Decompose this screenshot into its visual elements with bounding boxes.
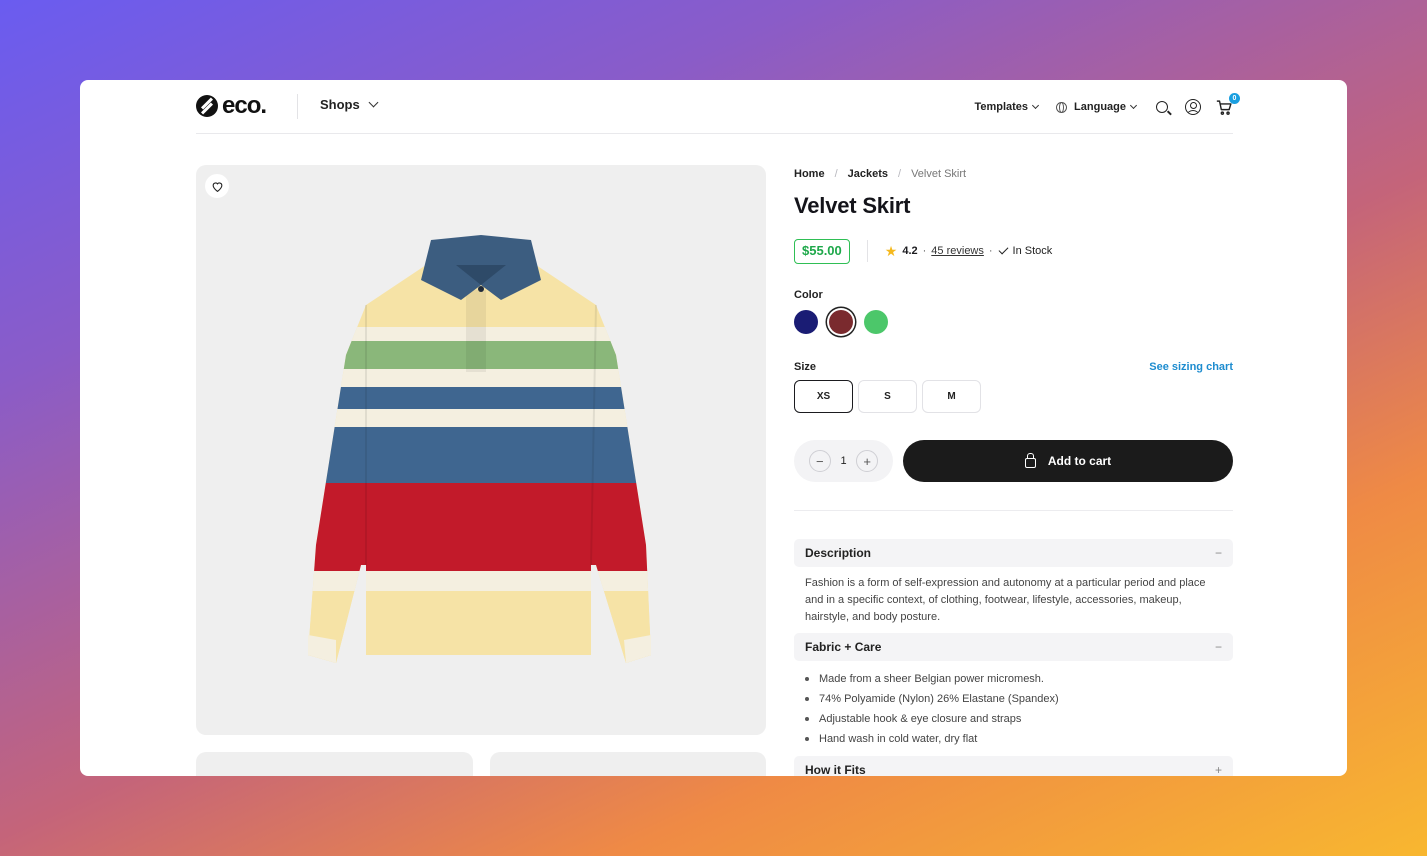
- product-thumbnail[interactable]: [196, 752, 473, 776]
- chevron-down-icon: [1032, 101, 1040, 110]
- heart-icon: [212, 181, 222, 192]
- chevron-down-icon: [1129, 101, 1138, 110]
- page-container: eco. Shops Templates Language 0 Home / J…: [196, 80, 1240, 776]
- increase-quantity-button[interactable]: +: [856, 450, 879, 472]
- user-icon: [1185, 99, 1201, 115]
- fabric-care-list: Made from a sheer Belgian power micromes…: [794, 661, 1233, 749]
- expand-icon: +: [1214, 763, 1222, 776]
- logo-text: eco.: [222, 92, 267, 119]
- reviews-link[interactable]: 45 reviews: [931, 245, 984, 257]
- bag-icon: [1024, 452, 1036, 468]
- chevron-down-icon: [368, 97, 379, 108]
- list-item: Made from a sheer Belgian power micromes…: [805, 669, 1233, 689]
- favorite-button[interactable]: [205, 174, 229, 198]
- star-icon: ★: [884, 242, 898, 259]
- size-option-xs[interactable]: XS: [794, 380, 853, 413]
- cart-button[interactable]: 0: [1215, 93, 1240, 116]
- collapse-icon: −: [1214, 546, 1222, 560]
- site-header: eco. Shops Templates Language 0: [196, 80, 1240, 134]
- language-label: Language: [1074, 101, 1126, 113]
- search-icon: [1156, 101, 1168, 113]
- section-divider: [794, 510, 1233, 511]
- list-item: 74% Polyamide (Nylon) 26% Elastane (Span…: [805, 689, 1233, 709]
- stock-status: In Stock: [1012, 245, 1053, 257]
- decrease-quantity-button[interactable]: −: [808, 450, 831, 472]
- product-details: Home / Jackets / Velvet Skirt Velvet Ski…: [794, 165, 1233, 776]
- separator-dot: ·: [988, 245, 993, 257]
- list-item: Hand wash in cold water, dry flat: [805, 729, 1233, 749]
- size-label: Size: [794, 361, 817, 373]
- header-divider: [297, 94, 298, 119]
- size-option-m[interactable]: M: [922, 380, 981, 413]
- price-divider: [866, 240, 868, 262]
- price-rating-row: $55.00 ★ 4.2 · 45 reviews · In Stock: [794, 238, 1233, 264]
- product-shirt-image: [308, 235, 651, 663]
- list-item: Adjustable hook & eye closure and straps: [805, 709, 1233, 729]
- add-to-cart-button[interactable]: Add to cart: [903, 440, 1233, 482]
- color-swatch-maroon[interactable]: [829, 310, 853, 334]
- product-thumbnail[interactable]: [490, 752, 766, 776]
- rating-value: 4.2: [902, 245, 918, 257]
- product-main-image[interactable]: [196, 165, 766, 735]
- purchase-row: − 1 + Add to cart: [794, 440, 1233, 482]
- color-swatches: [794, 310, 1233, 334]
- breadcrumb-current: Velvet Skirt: [911, 168, 967, 180]
- cart-count-badge: 0: [1229, 93, 1240, 104]
- collapse-icon: −: [1214, 640, 1222, 654]
- add-to-cart-label: Add to cart: [1047, 454, 1112, 468]
- account-button[interactable]: [1184, 98, 1202, 116]
- price-badge: $55.00: [794, 238, 850, 264]
- accordion-fits-header[interactable]: How it Fits +: [794, 756, 1233, 776]
- breadcrumb-separator: /: [898, 168, 902, 180]
- shops-label: Shops: [320, 97, 360, 112]
- breadcrumb: Home / Jackets / Velvet Skirt: [794, 165, 1233, 183]
- accordion-title: How it Fits: [805, 763, 866, 776]
- templates-menu[interactable]: Templates: [974, 101, 1040, 113]
- language-menu[interactable]: Language: [1056, 101, 1138, 113]
- shops-menu[interactable]: Shops: [320, 97, 379, 112]
- globe-icon: [1056, 101, 1068, 113]
- product-title: Velvet Skirt: [794, 193, 911, 218]
- color-swatch-navy[interactable]: [794, 310, 818, 334]
- accordion-description-header[interactable]: Description −: [794, 539, 1233, 567]
- accordion-title: Fabric + Care: [805, 640, 882, 654]
- accordion-fabric-header[interactable]: Fabric + Care −: [794, 633, 1233, 661]
- sizing-chart-link[interactable]: See sizing chart: [1149, 361, 1233, 373]
- quantity-value[interactable]: 1: [840, 455, 846, 467]
- description-text: Fashion is a form of self-expression and…: [805, 577, 1206, 623]
- separator-dot: ·: [922, 245, 927, 257]
- search-button[interactable]: [1153, 98, 1171, 116]
- header-actions: Templates Language 0: [974, 93, 1240, 118]
- size-option-s[interactable]: S: [858, 380, 917, 413]
- color-swatch-green[interactable]: [864, 310, 888, 334]
- breadcrumb-jackets[interactable]: Jackets: [848, 168, 888, 180]
- size-options: XS S M: [794, 380, 1233, 413]
- browser-window: eco. Shops Templates Language 0 Home / J…: [80, 80, 1347, 776]
- check-icon: [998, 244, 1008, 255]
- quantity-stepper: − 1 +: [794, 440, 893, 482]
- breadcrumb-home[interactable]: Home: [794, 168, 825, 180]
- logo[interactable]: eco.: [196, 92, 267, 119]
- size-header: Size See sizing chart: [794, 361, 1233, 373]
- logo-mark-icon: [196, 95, 218, 117]
- breadcrumb-separator: /: [834, 168, 838, 180]
- color-label: Color: [794, 289, 823, 301]
- accordion-title: Description: [805, 546, 872, 560]
- templates-label: Templates: [974, 101, 1029, 113]
